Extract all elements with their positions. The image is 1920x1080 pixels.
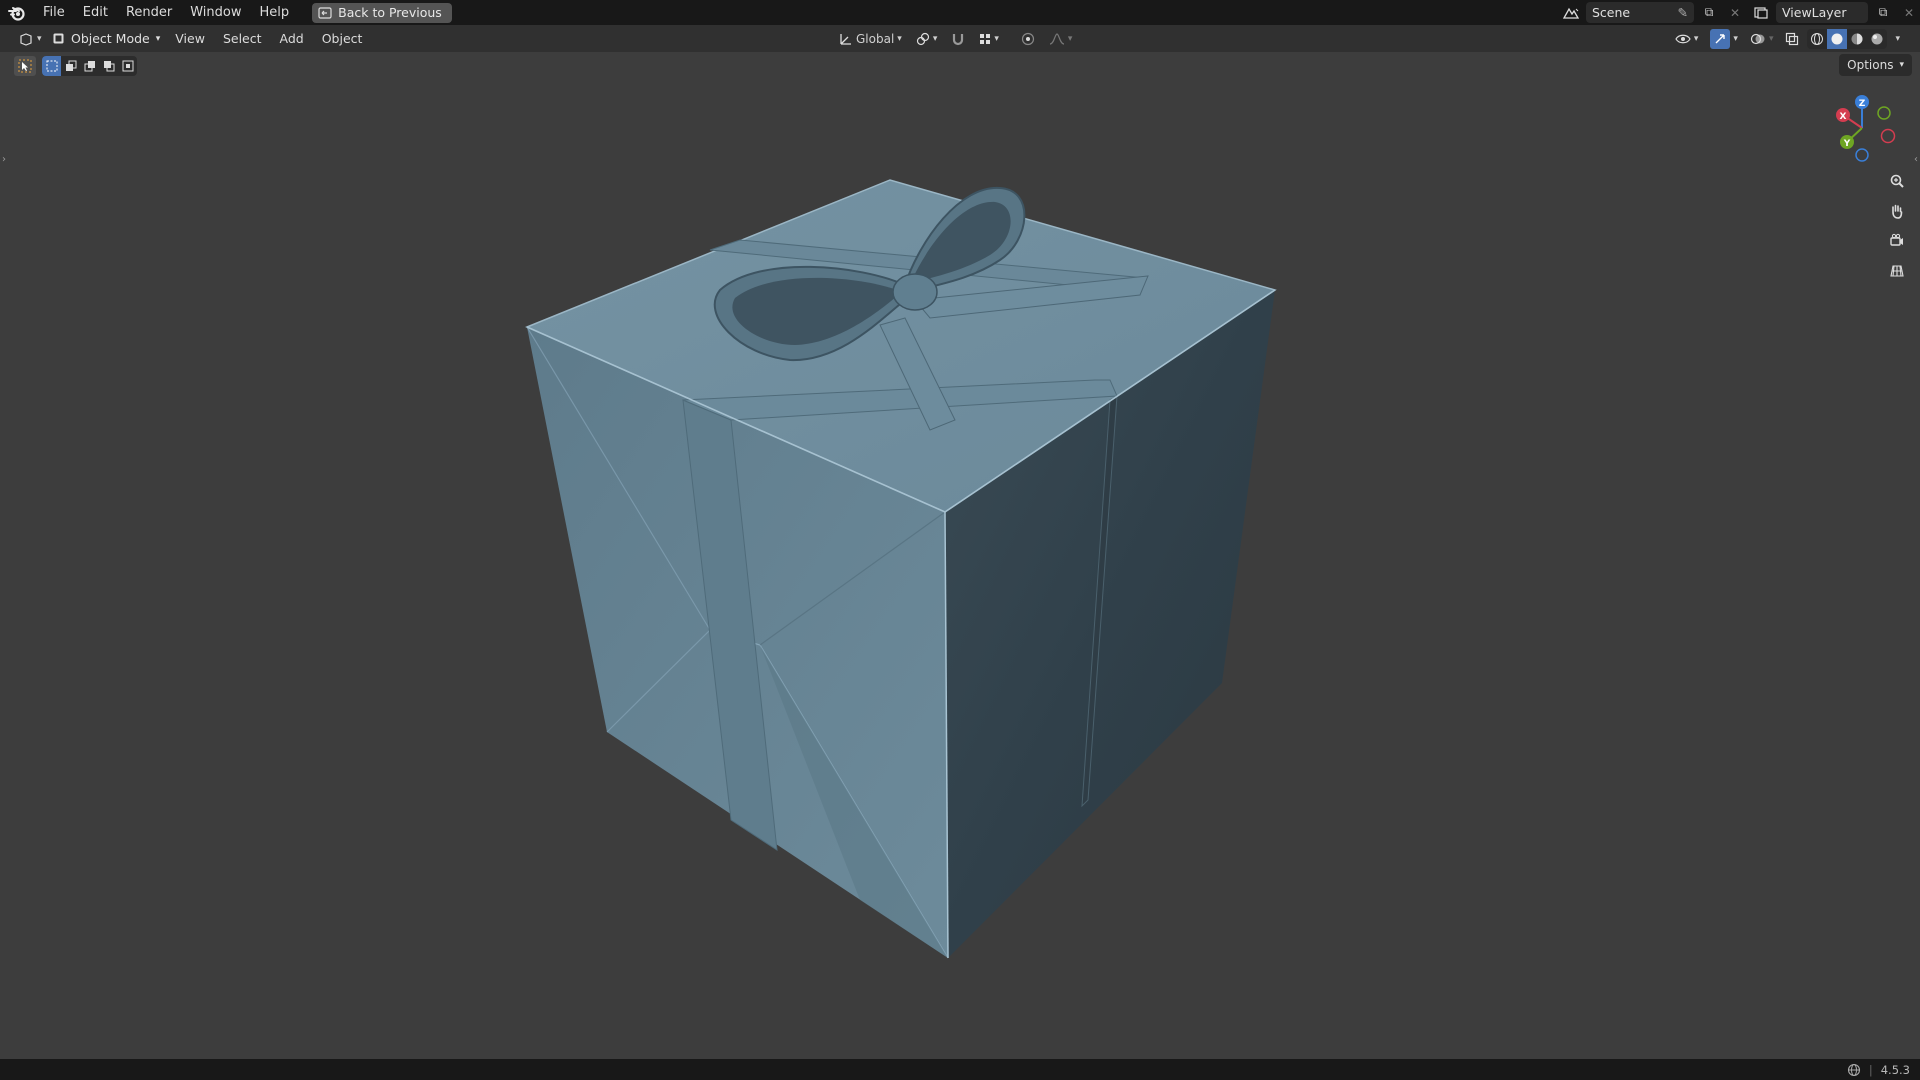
scene-name: Scene bbox=[1592, 5, 1631, 20]
scene-selector-icon[interactable] bbox=[1560, 2, 1582, 23]
xray-toggle[interactable] bbox=[1781, 28, 1803, 49]
gizmo-neg-y[interactable] bbox=[1877, 106, 1891, 120]
navigation-buttons bbox=[1884, 170, 1910, 282]
select-extend-icon[interactable] bbox=[61, 56, 80, 76]
mode-dropdown[interactable]: Object Mode ▾ bbox=[46, 28, 166, 49]
snap-target-dropdown[interactable]: ▾ bbox=[975, 28, 1003, 49]
toolbar-expand-icon[interactable]: › bbox=[2, 154, 6, 165]
network-icon bbox=[1847, 1063, 1860, 1076]
transform-tools: Global ▾ ▾ ▾ ▾ bbox=[835, 25, 1076, 52]
overlays-icon bbox=[1750, 33, 1765, 44]
new-view-layer-icon[interactable]: ⧉ bbox=[1872, 2, 1894, 23]
proportional-edit-toggle[interactable] bbox=[1017, 28, 1039, 49]
select-new-icon[interactable] bbox=[42, 56, 61, 76]
cursor-icon bbox=[18, 59, 32, 73]
view-layer-selector-icon[interactable] bbox=[1750, 2, 1772, 23]
select-tool-row bbox=[14, 56, 137, 76]
menu-help[interactable]: Help bbox=[251, 0, 299, 25]
menu-file[interactable]: File bbox=[34, 0, 74, 25]
perspective-toggle-icon[interactable] bbox=[1884, 260, 1910, 282]
view-layer-field[interactable]: ViewLayer bbox=[1776, 2, 1868, 23]
pivot-icon bbox=[916, 32, 929, 45]
menu-object[interactable]: Object bbox=[313, 31, 372, 46]
gizmo-toggle[interactable]: ▾ bbox=[1706, 28, 1742, 49]
proportional-icon bbox=[1021, 32, 1034, 45]
selection-mode-group bbox=[42, 56, 137, 76]
menu-window[interactable]: Window bbox=[181, 0, 250, 25]
3d-viewport-icon bbox=[20, 32, 32, 46]
gift-box-model bbox=[525, 179, 1277, 959]
gizmo-x-label: X bbox=[1840, 112, 1847, 122]
select-intersect-icon[interactable] bbox=[118, 56, 137, 76]
select-invert-icon[interactable] bbox=[99, 56, 118, 76]
gizmo-y-label: Y bbox=[1843, 139, 1851, 149]
blender-window: File Edit Render Window Help Back to Pre… bbox=[0, 0, 1920, 1080]
camera-view-icon[interactable] bbox=[1884, 230, 1910, 252]
3d-viewport[interactable]: › ‹ Z X Y bbox=[0, 52, 1920, 1059]
status-divider: | bbox=[1868, 1062, 1873, 1077]
falloff-dropdown[interactable]: ▾ bbox=[1045, 28, 1077, 49]
select-box-tool[interactable] bbox=[14, 56, 36, 76]
menu-select[interactable]: Select bbox=[214, 31, 271, 46]
options-label: Options bbox=[1847, 58, 1894, 72]
gizmo-neg-z[interactable] bbox=[1855, 148, 1869, 162]
gizmo-neg-x[interactable] bbox=[1880, 128, 1896, 144]
gizmo-icon bbox=[1710, 28, 1731, 49]
blender-logo-icon[interactable] bbox=[0, 0, 34, 25]
material-shading-icon[interactable] bbox=[1847, 29, 1867, 49]
menu-render[interactable]: Render bbox=[117, 0, 181, 25]
viewport-display-tools: ▾ ▾ ▾ ▾ bbox=[1671, 25, 1904, 52]
editor-type-button[interactable]: ▾ bbox=[14, 28, 46, 49]
orientation-label: Global bbox=[856, 31, 895, 46]
pin-icon[interactable]: ✎ bbox=[1678, 5, 1688, 20]
back-icon bbox=[318, 6, 332, 19]
menu-view[interactable]: View bbox=[166, 31, 214, 46]
top-right-group: Scene ✎ ⧉ ✕ ViewLayer ⧉ ✕ bbox=[1560, 0, 1920, 25]
top-menubar: File Edit Render Window Help Back to Pre… bbox=[0, 0, 1920, 25]
status-bar: | 4.5.3 bbox=[0, 1059, 1920, 1080]
version-label: 4.5.3 bbox=[1880, 1062, 1910, 1077]
menu-edit[interactable]: Edit bbox=[74, 0, 117, 25]
bow-knot bbox=[892, 273, 938, 311]
gizmo-z-label: Z bbox=[1859, 99, 1866, 109]
magnet-icon bbox=[953, 33, 964, 45]
pan-hand-icon[interactable] bbox=[1884, 200, 1910, 222]
mode-label: Object Mode bbox=[71, 31, 150, 46]
navigation-gizmo[interactable]: Z X Y bbox=[1828, 92, 1898, 164]
object-mode-icon bbox=[53, 33, 64, 44]
options-dropdown[interactable]: Options ▾ bbox=[1839, 54, 1912, 76]
rendered-shading-icon[interactable] bbox=[1867, 29, 1887, 49]
zoom-icon[interactable] bbox=[1884, 170, 1910, 192]
visibility-dropdown[interactable]: ▾ bbox=[1671, 28, 1703, 49]
view-layer-name: ViewLayer bbox=[1782, 5, 1847, 20]
snap-toggle[interactable] bbox=[947, 28, 969, 49]
new-scene-icon[interactable]: ⧉ bbox=[1698, 2, 1720, 23]
delete-scene-icon[interactable]: ✕ bbox=[1724, 2, 1746, 23]
falloff-icon bbox=[1049, 32, 1065, 45]
wireframe-shading-icon[interactable] bbox=[1807, 29, 1827, 49]
sidebar-expand-icon[interactable]: ‹ bbox=[1914, 154, 1918, 165]
snap-grid-icon bbox=[980, 33, 991, 44]
xray-icon bbox=[1786, 32, 1799, 45]
overlays-toggle[interactable]: ▾ bbox=[1746, 28, 1778, 49]
shading-modes bbox=[1807, 28, 1888, 49]
pivot-dropdown[interactable]: ▾ bbox=[912, 28, 942, 49]
orientation-icon bbox=[840, 33, 851, 45]
viewport-header: ▾ Object Mode ▾ View Select Add Object G… bbox=[0, 25, 1920, 52]
delete-view-layer-icon[interactable]: ✕ bbox=[1898, 2, 1920, 23]
orientation-dropdown[interactable]: Global ▾ bbox=[835, 28, 906, 49]
back-label: Back to Previous bbox=[338, 5, 442, 20]
back-to-previous-button[interactable]: Back to Previous bbox=[312, 2, 452, 23]
select-subtract-icon[interactable] bbox=[80, 56, 99, 76]
menu-add[interactable]: Add bbox=[271, 31, 313, 46]
scene-field[interactable]: Scene ✎ bbox=[1586, 2, 1694, 23]
solid-shading-icon[interactable] bbox=[1827, 28, 1848, 49]
shading-options-dropdown[interactable]: ▾ bbox=[1891, 28, 1904, 49]
eye-icon bbox=[1675, 34, 1691, 43]
